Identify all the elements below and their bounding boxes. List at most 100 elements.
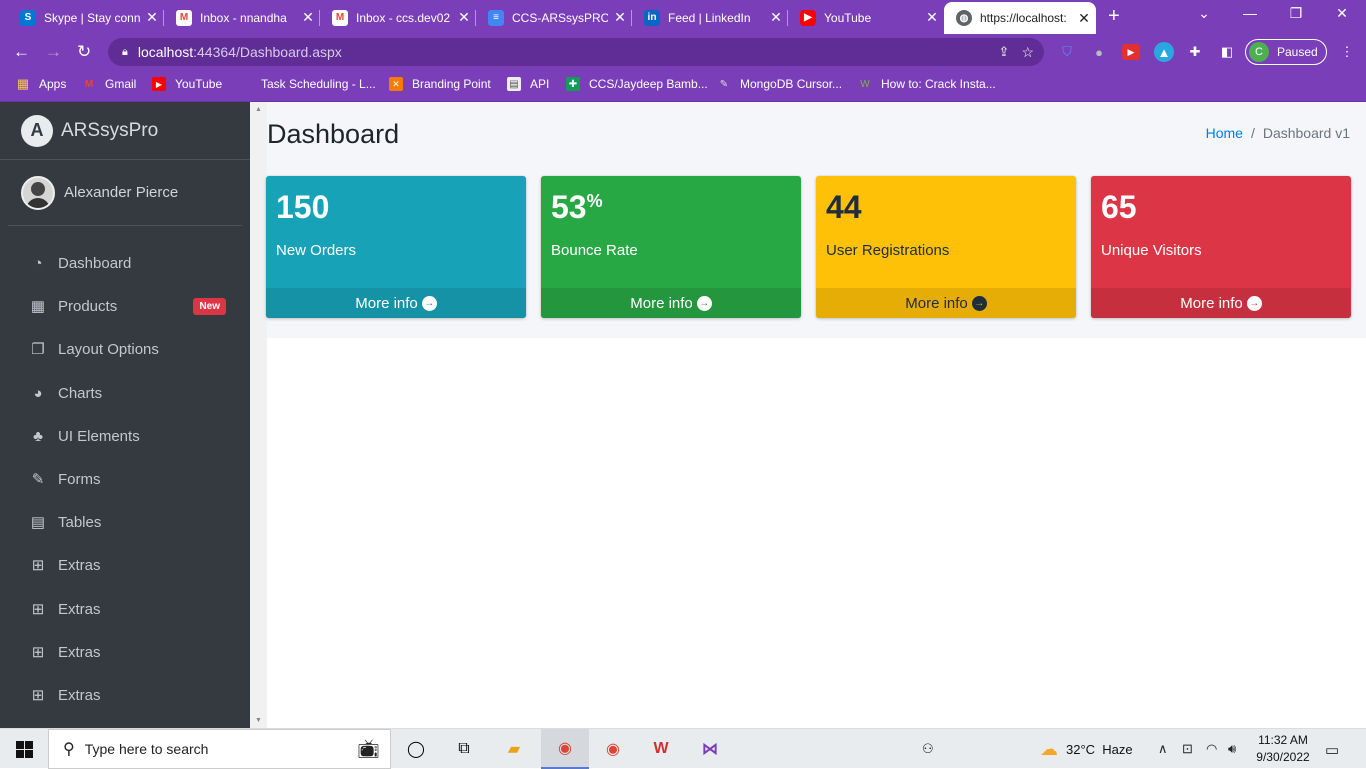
more-info-link[interactable]: More info → — [266, 288, 526, 318]
video-extension-icon[interactable]: ▶ — [1122, 44, 1140, 60]
breadcrumb: Home / Dashboard v1 — [1206, 125, 1350, 141]
more-info-link[interactable]: More info → — [541, 288, 801, 318]
sidebar: A ARSsysPro Alexander Pierce ◔ Dashboard … — [0, 102, 250, 728]
browser-tab-active[interactable]: ◍ https://localhost: ✕ — [944, 2, 1096, 34]
weather-widget[interactable]: ☁︎ 32°C Haze — [1040, 729, 1133, 769]
close-tab-icon[interactable]: ✕ — [764, 9, 788, 26]
forward-button[interactable]: → — [45, 42, 62, 62]
sidebar-item-extras[interactable]: ⊞ Extras — [8, 545, 242, 585]
browser-tab[interactable]: ≡ CCS-ARSsysPRO_ ✕ — [476, 4, 632, 31]
bookmark-task-scheduling[interactable]: ♡ Task Scheduling - L... — [238, 77, 376, 91]
close-window-button[interactable]: ✕ — [1322, 5, 1362, 22]
bookmark-star-icon[interactable]: ☆ — [1021, 44, 1034, 61]
info-box-new-orders: 150 New Orders More info → — [266, 176, 526, 318]
notifications-icon[interactable]: ▭ — [1325, 741, 1339, 759]
side-panel-icon[interactable]: ◧ — [1218, 44, 1236, 60]
user-name: Alexander Pierce — [64, 184, 179, 201]
close-tab-icon[interactable]: ✕ — [296, 9, 320, 26]
info-box-value: 44 — [826, 189, 862, 226]
sidebar-item-products[interactable]: ▦ Products New — [8, 286, 242, 326]
scroll-up-icon[interactable]: ▲ — [255, 106, 262, 113]
docs-icon: ≡ — [488, 9, 504, 26]
bookmark-youtube[interactable]: ▶ YouTube — [152, 77, 222, 91]
tab-search-icon[interactable]: ⌄ — [1184, 5, 1224, 22]
volume-icon[interactable]: 🔊︎ — [1228, 741, 1236, 757]
sidebar-item-label: Extras — [58, 686, 101, 704]
brand-name: ARSsysPro — [61, 119, 159, 141]
wifi-icon[interactable]: ◠ — [1206, 741, 1217, 757]
content-header: Dashboard Home / Dashboard v1 150 New Orde… — [266, 102, 1366, 338]
browser-tab[interactable]: S Skype | Stay conn ✕ — [8, 4, 164, 31]
profile-button[interactable]: C Paused — [1245, 39, 1327, 65]
network-status-icon[interactable]: ⊡ — [1182, 741, 1193, 757]
close-tab-icon[interactable]: ✕ — [608, 9, 632, 26]
file-explorer-icon[interactable]: ▰ — [490, 729, 538, 769]
sidebar-item-dashboard[interactable]: ◔ Dashboard — [8, 243, 242, 283]
more-info-link[interactable]: More info → — [816, 288, 1076, 318]
breadcrumb-home-link[interactable]: Home — [1206, 125, 1243, 141]
edit-icon: ✎ — [31, 471, 45, 488]
extension-icon[interactable]: ● — [1090, 44, 1108, 60]
shield-extension-icon[interactable]: ⛉ — [1058, 44, 1076, 60]
chrome-profile-icon[interactable]: ◉ — [589, 729, 637, 769]
sidebar-item-extras[interactable]: ⊞ Extras — [8, 632, 242, 672]
task-view-icon[interactable]: ⧉ — [440, 729, 488, 769]
browser-tab[interactable]: ▶ YouTube ✕ — [788, 4, 944, 31]
extensions-puzzle-icon[interactable]: ✚ — [1186, 44, 1204, 60]
close-tab-icon[interactable]: ✕ — [140, 9, 164, 26]
sidebar-item-extras[interactable]: ⊞ Extras — [8, 589, 242, 629]
branding-icon: ✕ — [389, 77, 403, 91]
people-icon[interactable]: ⚇ — [922, 741, 934, 757]
chevron-up-icon[interactable]: ∧ — [1158, 741, 1168, 757]
maximize-button[interactable]: ❐ — [1276, 5, 1316, 22]
browser-tab[interactable]: M Inbox - ccs.dev02 ✕ — [320, 4, 476, 31]
back-button[interactable]: ← — [13, 42, 30, 62]
start-button[interactable] — [0, 729, 48, 769]
plus-square-icon: ⊞ — [31, 557, 45, 574]
weather-condition: Haze — [1102, 741, 1133, 757]
bookmark-api[interactable]: ▤ API — [507, 77, 549, 91]
taskbar-search-input[interactable]: ⚲ Type here to search 📺︎ — [48, 729, 391, 769]
bookmark-label: Apps — [39, 77, 67, 91]
tab-title: https://localhost: — [980, 11, 1067, 25]
bookmark-mongodb[interactable]: ✎ MongoDB Cursor... — [717, 77, 842, 91]
address-bar[interactable]: 🔒︎ localhost:44364/Dashboard.aspx ⇪ ☆ — [108, 38, 1044, 66]
sidebar-item-tables[interactable]: ▤ Tables — [8, 502, 242, 542]
sidebar-item-forms[interactable]: ✎ Forms — [8, 459, 242, 499]
menu-kebab-icon[interactable]: ⋮ — [1338, 44, 1356, 60]
scroll-down-icon[interactable]: ▼ — [255, 717, 262, 724]
ai-extension-icon[interactable]: ▲ — [1154, 42, 1174, 62]
cortana-icon[interactable]: ◯ — [392, 729, 440, 769]
close-tab-icon[interactable]: ✕ — [1072, 10, 1096, 27]
bookmark-ccs-jaydeep[interactable]: ✚ CCS/Jaydeep Bamb... — [566, 77, 708, 91]
reload-button[interactable]: ↻ — [77, 42, 91, 62]
browser-tab[interactable]: M Inbox - nnandha ✕ — [164, 4, 320, 31]
breadcrumb-current: Dashboard v1 — [1262, 125, 1350, 141]
bookmark-apps[interactable]: ▦ Apps — [16, 76, 67, 91]
bookmark-how-to[interactable]: W How to: Crack Insta... — [858, 77, 996, 91]
sidebar-item-charts[interactable]: ◕ Charts — [8, 373, 242, 413]
minimize-button[interactable]: — — [1230, 5, 1270, 21]
browser-tab[interactable]: in Feed | LinkedIn ✕ — [632, 4, 788, 31]
sidebar-item-ui-elements[interactable]: ♣ UI Elements — [8, 416, 242, 456]
bookmark-branding-point[interactable]: ✕ Branding Point — [389, 77, 491, 91]
system-clock[interactable]: 11:32 AM 9/30/2022 — [1248, 732, 1318, 766]
user-panel[interactable]: Alexander Pierce — [8, 160, 242, 226]
chrome-icon[interactable]: ◉ — [541, 729, 589, 769]
share-icon[interactable]: ⇪ — [999, 44, 1010, 60]
more-info-link[interactable]: More info → — [1091, 288, 1351, 318]
close-tab-icon[interactable]: ✕ — [920, 9, 944, 26]
sidebar-item-label: Layout Options — [58, 340, 159, 358]
bookmark-label: How to: Crack Insta... — [881, 77, 996, 91]
visual-studio-icon[interactable]: ⋈ — [686, 729, 734, 769]
new-tab-button[interactable]: + — [1108, 5, 1120, 28]
tab-title: Skype | Stay conn — [44, 10, 140, 25]
wps-office-icon[interactable]: W — [637, 729, 685, 769]
close-tab-icon[interactable]: ✕ — [452, 9, 476, 26]
brand-link[interactable]: A ARSsysPro — [0, 102, 250, 160]
bookmark-gmail[interactable]: M Gmail — [82, 77, 137, 91]
globe-icon: ◍ — [956, 10, 972, 26]
sidebar-item-extras[interactable]: ⊞ Extras — [8, 675, 242, 715]
sidebar-item-layout-options[interactable]: ❐ Layout Options — [8, 329, 242, 369]
page-scrollbar[interactable]: ▲ ▼ — [250, 102, 267, 728]
